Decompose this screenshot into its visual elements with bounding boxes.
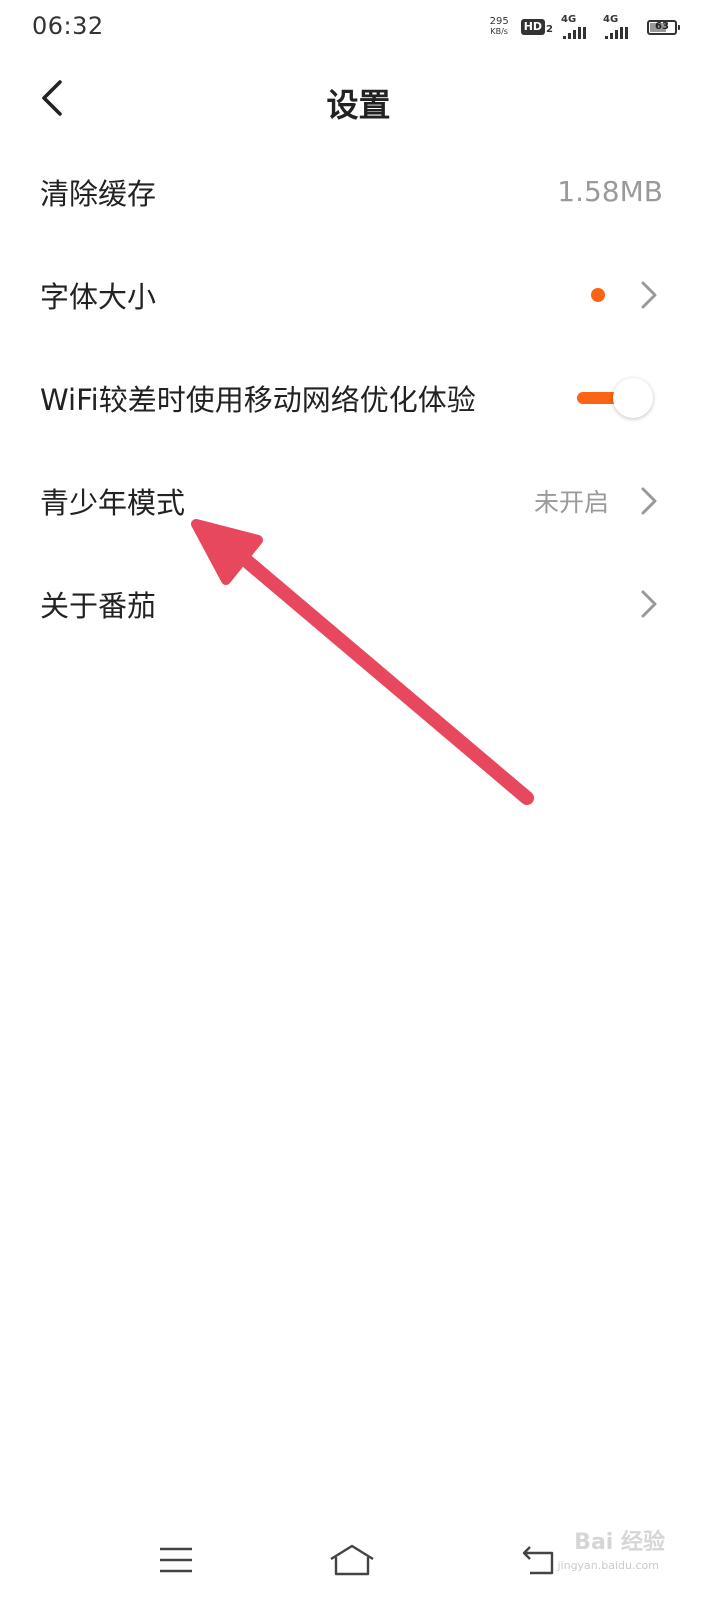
chevron-right-icon [637, 278, 661, 312]
menu-icon [160, 1547, 192, 1573]
status-time: 06:32 [32, 12, 104, 40]
battery-level: 63 [655, 20, 669, 32]
nav-home-button[interactable] [324, 1532, 380, 1588]
battery-icon: 63 [647, 19, 680, 35]
status-icons: 295 KB/s HD 2 4G 4G 63 [490, 14, 680, 40]
header: 设置 [0, 60, 717, 140]
setting-teen-mode[interactable]: 青少年模式 未开启 [0, 449, 717, 552]
setting-wifi-optimize: WiFi较差时使用移动网络优化体验 [0, 346, 717, 449]
settings-list: 清除缓存 1.58MB 字体大小 WiFi较差时使用移动网络优化体验 青少年模式… [0, 140, 717, 655]
watermark: Bai 经验 [574, 1530, 665, 1555]
hd-sub: 2 [546, 24, 553, 35]
network-speed-value: 295 [489, 16, 509, 27]
signal-label: 4G [561, 14, 577, 25]
hd-label: HD [520, 19, 546, 35]
signal-label: 4G [603, 14, 619, 25]
network-speed: 295 KB/s [490, 17, 509, 37]
setting-about[interactable]: 关于番茄 [0, 552, 717, 655]
new-indicator-dot [591, 287, 605, 302]
cache-size-value: 1.58MB [557, 175, 663, 208]
setting-label: 青少年模式 [40, 485, 186, 520]
home-icon [330, 1544, 374, 1576]
back-icon [522, 1546, 554, 1575]
setting-label: WiFi较差时使用移动网络优化体验 [40, 382, 476, 417]
watermark-sub: jingyan.baidu.com [557, 1559, 659, 1572]
page-title: 设置 [326, 86, 391, 124]
network-speed-unit: KB/s [490, 27, 508, 36]
setting-font-size[interactable]: 字体大小 [0, 243, 717, 346]
chevron-right-icon [637, 587, 661, 621]
chevron-right-icon [637, 484, 661, 518]
nav-menu-button[interactable] [148, 1532, 204, 1588]
teen-mode-status: 未开启 [533, 487, 609, 517]
setting-label: 清除缓存 [40, 176, 157, 211]
setting-clear-cache[interactable]: 清除缓存 1.58MB [0, 140, 717, 243]
hd-icon: HD 2 [520, 19, 553, 35]
setting-label: 关于番茄 [40, 588, 157, 623]
wifi-optimize-toggle[interactable] [577, 377, 653, 418]
signal-4g-icon: 4G [561, 15, 595, 39]
status-bar: 06:32 295 KB/s HD 2 4G 4G 63 [0, 0, 717, 56]
setting-label: 字体大小 [40, 279, 157, 314]
signal-4g-icon: 4G [603, 15, 637, 39]
